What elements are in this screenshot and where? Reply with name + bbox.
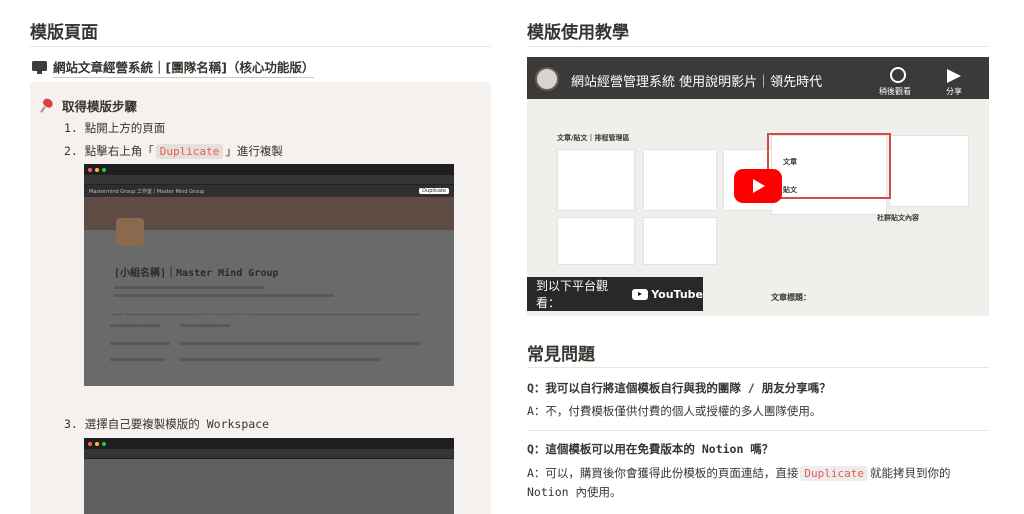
notion-page-body: [小組名稱]｜Master Mind Group <box>84 218 454 386</box>
browser-tabbar <box>84 438 454 449</box>
video-topbar: 網站經營管理系統 使用說明影片｜領先時代 稍後觀看 分享 <box>527 57 989 99</box>
brain-logo-icon <box>116 218 144 246</box>
tutorial-heading: 模版使用教學 <box>527 23 629 43</box>
play-button[interactable] <box>734 169 782 203</box>
watch-on-youtube[interactable]: 到以下平台觀看： YouTube <box>527 277 703 311</box>
mock-line <box>114 286 264 289</box>
tutorial-section: 模版使用教學 文章/貼文｜排程管理區 文章 貼文 社群貼文內容 文章標題： 網站… <box>527 0 989 514</box>
play-icon <box>753 179 765 193</box>
step-text-pre: 點擊右上角「 <box>84 144 154 158</box>
faq-answer-2-pre: A：可以，購買後你會獲得此份模板的頁面連結，直接 <box>527 466 799 480</box>
mock-line <box>114 294 334 297</box>
step-number: 1. <box>64 121 78 135</box>
template-page-link[interactable]: 網站文章經營系統｜[團隊名稱]（核心功能版） <box>32 57 315 78</box>
mock-panel <box>889 135 969 207</box>
step-text-post: 」進行複製 <box>225 144 283 158</box>
mock-line <box>110 358 165 361</box>
pushpin-icon <box>40 96 55 113</box>
template-page-heading: 模版頁面 <box>30 23 98 43</box>
heading-divider <box>30 46 491 47</box>
mock-bottom-label: 文章標題： <box>771 293 811 302</box>
step-number: 2. <box>64 144 78 158</box>
mock-card <box>557 217 635 265</box>
step-3: 3. 選擇自己要複製模版的 Workspace <box>64 416 269 432</box>
highlight-box <box>767 133 891 199</box>
notion-breadcrumb: Mastermind Group 工作室 / Master Mind Group <box>89 188 205 195</box>
duplicate-code: Duplicate <box>800 466 869 481</box>
mock-section-title: 文章/貼文｜排程管理區 <box>557 134 630 142</box>
monitor-icon <box>32 61 47 74</box>
browser-tabbar <box>84 164 454 175</box>
workspace-example-image <box>84 438 454 514</box>
template-page-link-label: 網站文章經營系統｜[團隊名稱]（核心功能版） <box>53 57 315 78</box>
template-page-section: 模版頁面 網站文章經營系統｜[團隊名稱]（核心功能版） 取得模版步驟 1. 點開… <box>30 0 491 514</box>
mock-page-title: [小組名稱]｜Master Mind Group <box>114 268 279 279</box>
notion-page-body <box>84 459 454 514</box>
share-label[interactable]: 分享 <box>946 86 962 97</box>
faq-question-1: Q：我可以自行將這個模板自行與我的團隊 / 朋友分享嗎？ <box>527 381 831 395</box>
callout-title-text: 取得模版步驟 <box>62 99 138 114</box>
faq-question-2: Q：這個模板可以用在免費版本的 Notion 嗎？ <box>527 442 774 456</box>
step-text: 選擇自己要複製模版的 Workspace <box>84 417 270 431</box>
share-icon[interactable] <box>947 69 961 83</box>
mock-right-header: 社群貼文內容 <box>877 214 919 222</box>
duplicate-button: Duplicate <box>419 188 449 194</box>
faq-divider <box>527 367 989 368</box>
step-1: 1. 點開上方的頁面 <box>64 120 165 136</box>
youtube-logo: YouTube <box>632 288 703 301</box>
duplicate-code: Duplicate <box>155 143 224 159</box>
mock-card <box>643 149 717 211</box>
youtube-wordmark: YouTube <box>651 287 703 301</box>
faq-answer-2: A：可以，購買後你會獲得此份模板的頁面連結，直接 Duplicate 就能拷貝到你的… <box>527 464 989 502</box>
notion-topbar: Mastermind Group 工作室 / Master Mind Group… <box>84 185 454 197</box>
mock-line <box>110 342 170 345</box>
faq-heading: 常見問題 <box>527 345 595 365</box>
faq-answer-2-line2: Notion 內使用。 <box>527 485 622 499</box>
mock-card <box>557 149 635 211</box>
heading-divider <box>527 46 989 47</box>
step-2: 2. 點擊右上角「 Duplicate 」進行複製 <box>64 143 283 159</box>
step-number: 3. <box>64 417 78 431</box>
browser-urlbar <box>84 449 454 459</box>
video-title[interactable]: 網站經營管理系統 使用說明影片｜領先時代 <box>571 71 822 90</box>
step-text: 點開上方的頁面 <box>84 121 166 135</box>
mock-line <box>180 358 380 361</box>
youtube-icon <box>632 288 649 300</box>
watch-later-label[interactable]: 稍後觀看 <box>879 86 911 97</box>
mock-line <box>180 342 420 345</box>
watch-on-label: 到以下平台觀看： <box>536 279 609 310</box>
faq-item-divider <box>527 430 989 431</box>
youtube-video-embed[interactable]: 文章/貼文｜排程管理區 文章 貼文 社群貼文內容 文章標題： 網站經營管理系統 … <box>527 57 989 316</box>
mock-card <box>643 217 717 265</box>
callout-title: 取得模版步驟 <box>40 96 137 115</box>
duplicate-example-image: Mastermind Group 工作室 / Master Mind Group… <box>84 164 454 386</box>
faq-answer-1: A：不，付費模板僅供付費的個人或授權的多人團隊使用。 <box>527 404 822 418</box>
faq-answer-2-post: 就能拷貝到你的 <box>870 466 951 480</box>
duplicate-caption: 右上角「Duplicate」位置範例圖片 <box>84 314 257 326</box>
steps-callout: 取得模版步驟 1. 點開上方的頁面 2. 點擊右上角「 Duplicate 」進行複… <box>30 82 491 514</box>
clock-icon[interactable] <box>890 67 906 83</box>
channel-avatar[interactable] <box>535 67 559 91</box>
browser-urlbar <box>84 175 454 185</box>
